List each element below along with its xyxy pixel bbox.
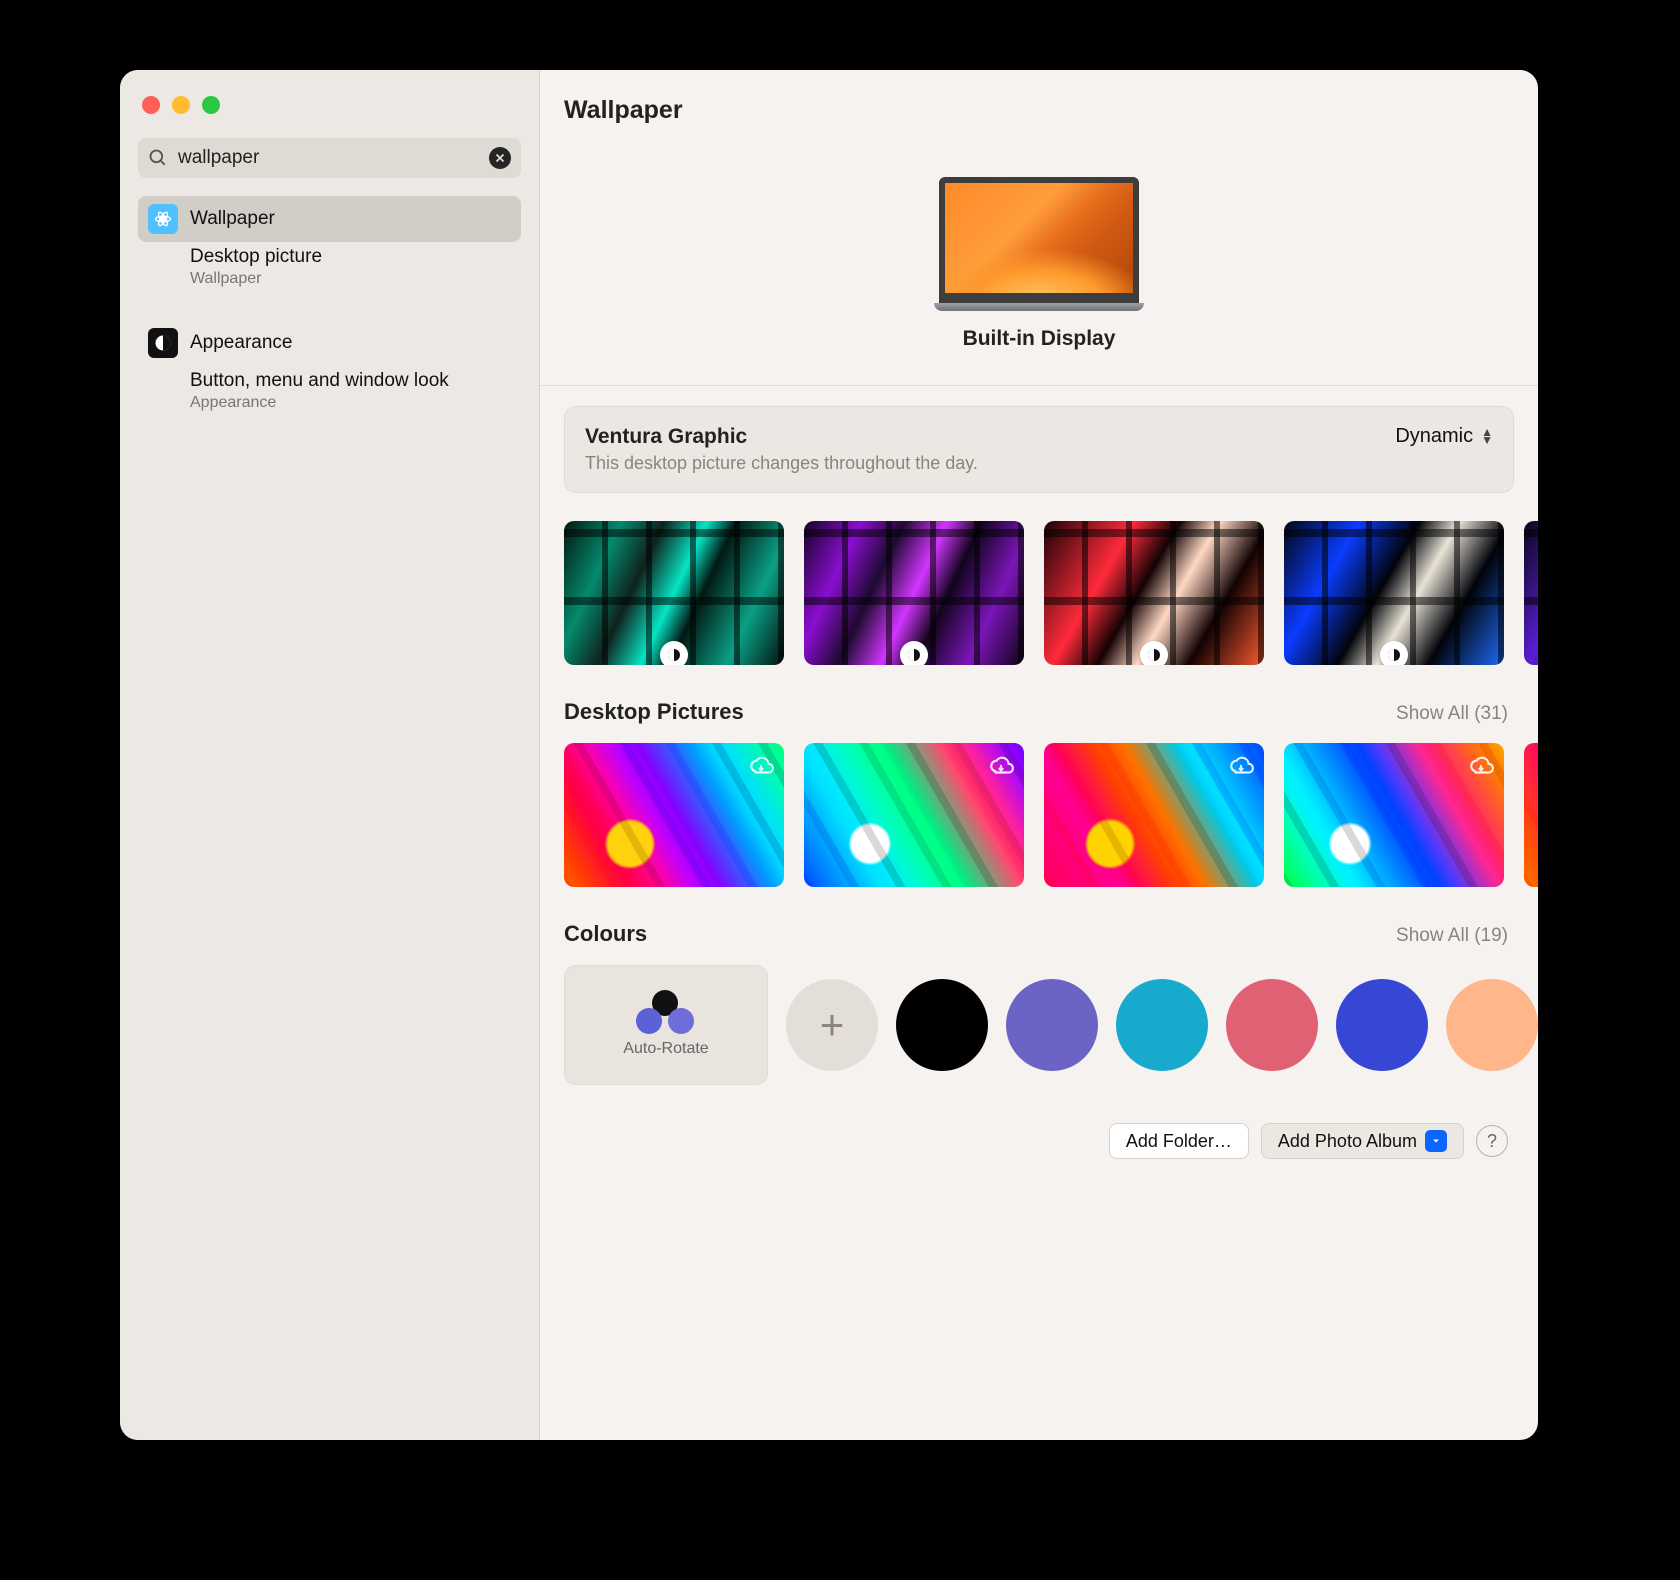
wallpaper-thumb[interactable] bbox=[804, 521, 1024, 665]
button-label: Add Folder… bbox=[1126, 1131, 1232, 1152]
auto-rotate-label: Auto-Rotate bbox=[623, 1040, 708, 1058]
add-colour-button[interactable]: + bbox=[786, 979, 878, 1071]
appearance-badge-icon bbox=[1140, 641, 1168, 665]
button-label: Add Photo Album bbox=[1278, 1131, 1417, 1152]
colour-swatch[interactable] bbox=[1336, 979, 1428, 1071]
sidebar-item-label: Wallpaper bbox=[190, 208, 275, 230]
dynamic-wallpaper-row bbox=[540, 521, 1538, 665]
section-title: Colours bbox=[564, 921, 647, 947]
show-all-button[interactable]: Show All (19) bbox=[1396, 925, 1508, 947]
wallpaper-thumb[interactable] bbox=[1044, 521, 1264, 665]
search-icon bbox=[148, 148, 168, 168]
wallpaper-thumb[interactable] bbox=[564, 743, 784, 887]
divider bbox=[540, 385, 1538, 386]
current-wallpaper-card: Ventura Graphic This desktop picture cha… bbox=[564, 406, 1514, 493]
footer-actions: Add Folder… Add Photo Album ? bbox=[540, 1115, 1538, 1159]
minimize-window-button[interactable] bbox=[172, 96, 190, 114]
fullscreen-window-button[interactable] bbox=[202, 96, 220, 114]
search-results: Wallpaper Desktop picture Wallpaper Appe… bbox=[138, 196, 521, 424]
display-name: Built-in Display bbox=[963, 327, 1116, 351]
sidebar-subresult-button-look[interactable]: Button, menu and window look Appearance bbox=[138, 366, 521, 424]
chevron-down-icon bbox=[1425, 1130, 1447, 1152]
download-icon bbox=[988, 753, 1014, 779]
section-header-colours: Colours Show All (19) bbox=[540, 887, 1538, 965]
wallpaper-mode-value: Dynamic bbox=[1395, 425, 1473, 448]
wallpaper-mode-popup[interactable]: Dynamic ▲▼ bbox=[1395, 425, 1493, 448]
download-icon bbox=[1468, 753, 1494, 779]
appearance-badge-icon bbox=[1380, 641, 1408, 665]
subresult-section: Appearance bbox=[190, 394, 511, 412]
desktop-pictures-row bbox=[540, 743, 1538, 887]
subresult-title: Desktop picture bbox=[190, 246, 511, 268]
show-all-button[interactable]: Show All (31) bbox=[1396, 703, 1508, 725]
search-field-container bbox=[138, 138, 521, 178]
monitor-preview[interactable] bbox=[939, 177, 1139, 311]
sidebar-item-label: Appearance bbox=[190, 332, 292, 354]
current-wallpaper-desc: This desktop picture changes throughout … bbox=[585, 453, 978, 474]
subresult-title: Button, menu and window look bbox=[190, 370, 511, 392]
close-window-button[interactable] bbox=[142, 96, 160, 114]
monitor-screen-icon bbox=[939, 177, 1139, 303]
sidebar-item-wallpaper[interactable]: Wallpaper bbox=[138, 196, 521, 242]
appearance-badge-icon bbox=[660, 641, 688, 665]
wallpaper-thumb[interactable] bbox=[804, 743, 1024, 887]
system-settings-window: Wallpaper Desktop picture Wallpaper Appe… bbox=[120, 70, 1538, 1440]
wallpaper-thumb[interactable] bbox=[564, 521, 784, 665]
colour-swatch[interactable] bbox=[1226, 979, 1318, 1071]
wallpaper-icon bbox=[148, 204, 178, 234]
display-preview: Built-in Display bbox=[540, 125, 1538, 385]
add-photo-album-button[interactable]: Add Photo Album bbox=[1261, 1123, 1464, 1159]
sidebar: Wallpaper Desktop picture Wallpaper Appe… bbox=[120, 70, 540, 1440]
download-icon bbox=[1228, 753, 1254, 779]
appearance-icon bbox=[148, 328, 178, 358]
colour-swatch[interactable] bbox=[1116, 979, 1208, 1071]
main-content: Wallpaper Built-in Display Ventura Graph… bbox=[540, 70, 1538, 1440]
download-icon bbox=[748, 753, 774, 779]
search-input[interactable] bbox=[138, 138, 521, 178]
sidebar-subresult-desktop-picture[interactable]: Desktop picture Wallpaper bbox=[138, 242, 521, 300]
colour-swatch[interactable] bbox=[896, 979, 988, 1071]
current-wallpaper-name: Ventura Graphic bbox=[585, 425, 978, 449]
auto-rotate-icon bbox=[636, 992, 696, 1032]
appearance-badge-icon bbox=[900, 641, 928, 665]
wallpaper-thumb[interactable] bbox=[1524, 743, 1538, 887]
add-folder-button[interactable]: Add Folder… bbox=[1109, 1123, 1249, 1159]
colours-row: Auto-Rotate + bbox=[540, 965, 1538, 1115]
monitor-base-icon bbox=[934, 303, 1144, 311]
subresult-section: Wallpaper bbox=[190, 270, 511, 288]
wallpaper-thumb[interactable] bbox=[1284, 521, 1504, 665]
colour-swatch[interactable] bbox=[1446, 979, 1538, 1071]
section-header-desktop-pictures: Desktop Pictures Show All (31) bbox=[540, 665, 1538, 743]
section-title: Desktop Pictures bbox=[564, 699, 744, 725]
colour-swatch[interactable] bbox=[1006, 979, 1098, 1071]
wallpaper-thumb[interactable] bbox=[1284, 743, 1504, 887]
clear-search-button[interactable] bbox=[489, 147, 511, 169]
wallpaper-thumb[interactable] bbox=[1524, 521, 1538, 665]
window-controls bbox=[134, 92, 525, 138]
help-button[interactable]: ? bbox=[1476, 1125, 1508, 1157]
wallpaper-thumb[interactable] bbox=[1044, 743, 1264, 887]
plus-icon: + bbox=[820, 1001, 845, 1049]
sidebar-item-appearance[interactable]: Appearance bbox=[138, 320, 521, 366]
chevron-updown-icon: ▲▼ bbox=[1481, 429, 1493, 445]
auto-rotate-button[interactable]: Auto-Rotate bbox=[564, 965, 768, 1085]
page-title: Wallpaper bbox=[540, 96, 1538, 125]
